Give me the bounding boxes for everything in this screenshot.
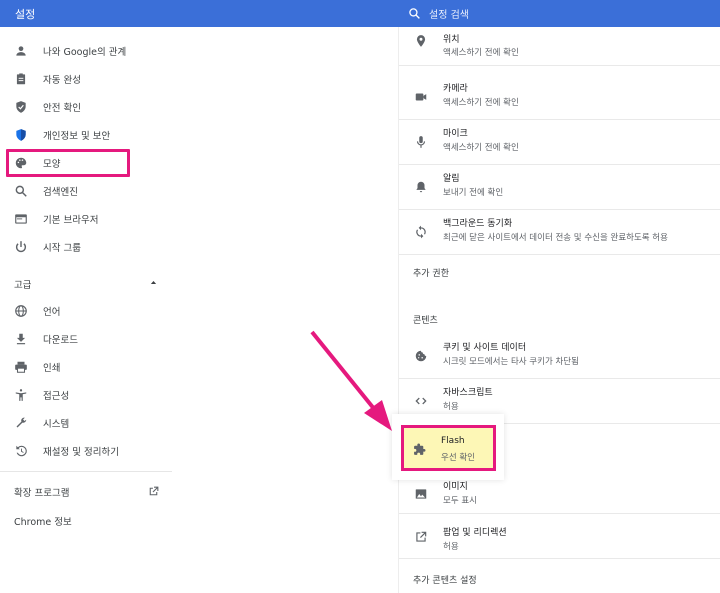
sidebar-item-you-and-google[interactable]: 나와 Google의 관계 — [0, 39, 172, 63]
setting-row-popups[interactable]: 팝업 및 리디렉션 허용 — [399, 515, 720, 559]
setting-title: 카메라 — [443, 84, 468, 94]
sidebar-item-label: 자동 완성 — [43, 75, 81, 86]
page-title: 설정 — [15, 8, 36, 21]
setting-title: 이미지 — [443, 482, 468, 492]
printer-icon — [14, 360, 28, 374]
additional-permissions-link[interactable]: 추가 권한 — [413, 266, 449, 279]
setting-row-cookies[interactable]: 쿠키 및 사이트 데이터 시크릿 모드에서는 타사 쿠키가 차단됨 — [399, 335, 720, 379]
setting-subtitle: 액세스하기 전에 확인 — [443, 98, 519, 108]
setting-row-flash[interactable]: Flash 우선 확인 — [401, 425, 496, 471]
site-settings-panel: 위치 액세스하기 전에 확인 카메라 액세스하기 전에 확인 마이크 액세스하기… — [398, 27, 720, 593]
setting-row-notifications[interactable]: 알림 보내기 전에 확인 — [399, 166, 720, 210]
setting-title: 팝업 및 리디렉션 — [443, 528, 507, 538]
sidebar-item-label: 언어 — [43, 307, 61, 318]
search-icon — [14, 184, 28, 198]
sidebar-item-label: 검색엔진 — [43, 187, 78, 198]
setting-subtitle: 보내기 전에 확인 — [443, 188, 504, 198]
sidebar-item-languages[interactable]: 언어 — [0, 299, 172, 323]
bell-icon — [414, 180, 428, 194]
sidebar-item-label: 개인정보 및 보안 — [43, 131, 111, 142]
sidebar-item-system[interactable]: 시스템 — [0, 411, 172, 435]
sidebar-item-label: 재설정 및 정리하기 — [43, 447, 119, 458]
sidebar-item-about-chrome[interactable]: Chrome 정보 — [14, 514, 72, 528]
sync-icon — [414, 225, 428, 239]
sidebar-item-label: 안전 확인 — [43, 103, 81, 114]
sidebar-item-label: 인쇄 — [43, 363, 61, 374]
puzzle-icon — [413, 441, 426, 455]
sidebar-divider — [0, 471, 172, 472]
sidebar-item-autofill[interactable]: 자동 완성 — [0, 67, 172, 91]
location-icon — [414, 34, 428, 48]
setting-subtitle: 최근에 닫은 사이트에서 데이터 전송 및 수신을 완료하도록 허용 — [443, 233, 668, 243]
setting-title: 백그라운드 동기화 — [443, 219, 513, 229]
search-placeholder: 설정 검색 — [429, 10, 469, 21]
globe-icon — [14, 304, 28, 318]
sidebar-item-extensions[interactable]: 확장 프로그램 — [14, 485, 69, 499]
setting-title: 알림 — [443, 174, 460, 184]
highlight-box-privacy — [6, 149, 130, 177]
chevron-up-icon[interactable] — [149, 278, 158, 287]
sidebar: 나와 Google의 관계 자동 완성 안전 확인 개인정보 및 보안 모양 검… — [0, 27, 172, 593]
power-icon — [14, 240, 28, 254]
code-icon — [414, 394, 428, 408]
sidebar-item-safety-check[interactable]: 안전 확인 — [0, 95, 172, 119]
wrench-icon — [14, 416, 28, 430]
setting-subtitle: 액세스하기 전에 확인 — [443, 48, 519, 58]
sidebar-item-label: 나와 Google의 관계 — [43, 47, 127, 58]
browser-icon — [14, 212, 28, 226]
sidebar-item-label: 기본 브라우저 — [43, 215, 99, 226]
setting-title: 쿠키 및 사이트 데이터 — [443, 343, 527, 353]
sidebar-item-default-browser[interactable]: 기본 브라우저 — [0, 207, 172, 231]
sidebar-item-label: 접근성 — [43, 391, 70, 402]
setting-title: 위치 — [443, 35, 460, 45]
setting-row-camera[interactable]: 카메라 액세스하기 전에 확인 — [399, 76, 720, 120]
open-in-new-icon[interactable] — [147, 485, 160, 498]
sidebar-item-label: 다운로드 — [43, 335, 78, 346]
sidebar-item-on-startup[interactable]: 시작 그룹 — [0, 235, 172, 259]
history-icon — [14, 444, 28, 458]
sidebar-item-printing[interactable]: 인쇄 — [0, 355, 172, 379]
setting-title: 자바스크립트 — [443, 388, 493, 398]
sidebar-item-label: 시작 그룹 — [43, 243, 81, 254]
open-in-new-icon — [414, 530, 428, 544]
sidebar-item-search-engine[interactable]: 검색엔진 — [0, 179, 172, 203]
setting-subtitle: 모두 표시 — [443, 496, 477, 506]
sidebar-item-label: 시스템 — [43, 419, 70, 430]
sidebar-item-privacy-security[interactable]: 개인정보 및 보안 — [0, 123, 172, 147]
setting-title: Flash — [441, 436, 465, 446]
microphone-icon — [414, 135, 428, 149]
download-icon — [14, 332, 28, 346]
content-heading: 콘텐츠 — [413, 316, 438, 326]
shield-check-icon — [14, 100, 28, 114]
setting-row-microphone[interactable]: 마이크 액세스하기 전에 확인 — [399, 121, 720, 165]
sidebar-item-accessibility[interactable]: 접근성 — [0, 383, 172, 407]
setting-row-background-sync[interactable]: 백그라운드 동기화 최근에 닫은 사이트에서 데이터 전송 및 수신을 완료하도… — [399, 211, 720, 255]
image-icon — [414, 487, 428, 501]
accessibility-icon — [14, 388, 28, 402]
search-icon — [409, 8, 420, 19]
camera-icon — [414, 90, 428, 104]
shield-icon — [14, 128, 28, 142]
setting-subtitle: 액세스하기 전에 확인 — [443, 143, 519, 153]
setting-subtitle: 허용 — [443, 542, 459, 552]
setting-subtitle: 우선 확인 — [441, 453, 475, 463]
clipboard-icon — [14, 72, 28, 86]
additional-content-settings-link[interactable]: 추가 콘텐츠 설정 — [413, 573, 477, 586]
person-icon — [14, 44, 28, 58]
sidebar-item-reset[interactable]: 재설정 및 정리하기 — [0, 439, 172, 463]
setting-row-location[interactable]: 위치 액세스하기 전에 확인 — [399, 21, 720, 66]
cookie-icon — [414, 349, 428, 363]
setting-subtitle: 허용 — [443, 402, 459, 412]
sidebar-item-downloads[interactable]: 다운로드 — [0, 327, 172, 351]
setting-title: 마이크 — [443, 129, 468, 139]
setting-subtitle: 시크릿 모드에서는 타사 쿠키가 차단됨 — [443, 357, 579, 367]
advanced-section-label: 고급 — [14, 280, 32, 291]
